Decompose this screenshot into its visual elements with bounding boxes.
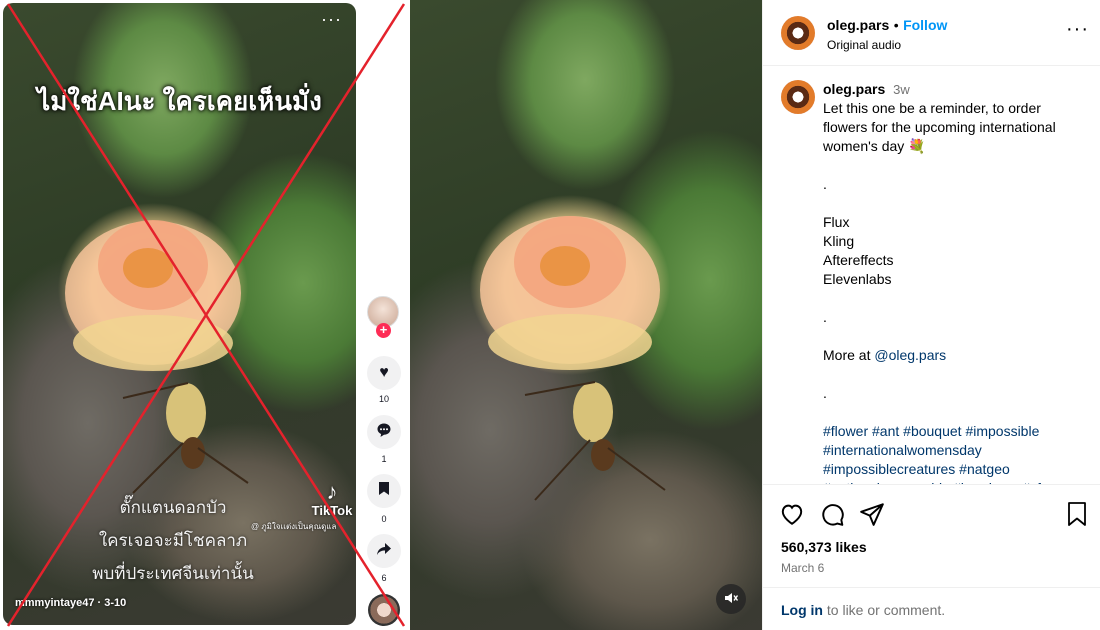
mantis-body [524, 381, 666, 501]
caption-line: พบที่ประเทศจีนเท่านั้น [92, 564, 254, 583]
caption-line: ตั๊กแตนดอกบัว [119, 498, 227, 517]
tool-item: Flux [823, 214, 850, 230]
caption-dot: . [823, 385, 827, 401]
bookmark-icon [378, 481, 390, 501]
video-headline: ไม่ใช่AIนะ ใครเคยเห็นมั่ง [37, 86, 322, 116]
hashtag-list[interactable]: #flower #ant #bouquet #impossible #inter… [823, 422, 1085, 484]
bookmark-button[interactable] [367, 474, 401, 508]
caption-dot: . [823, 309, 827, 325]
separator-dot: • [893, 17, 899, 33]
mantis-body [122, 382, 249, 494]
post-time: 3w [893, 82, 910, 97]
rose-bloom [65, 220, 241, 371]
comment-bubble-icon[interactable] [819, 501, 845, 532]
like-heart-icon[interactable] [779, 501, 805, 532]
speaker-muted-icon [724, 591, 739, 608]
like-count: 10 [378, 394, 389, 404]
share-count: 6 [381, 573, 387, 583]
tool-item: Elevenlabs [823, 271, 892, 287]
post-header: oleg.pars • Follow Original audio ··· [763, 0, 1100, 66]
caption-line: ใครเจอจะมีโชคลาภ [98, 531, 248, 550]
author-avatar[interactable] [781, 16, 815, 50]
caption-line1: Let this one be a reminder, to order flo… [823, 100, 1056, 154]
like-button[interactable]: ♥ [367, 356, 401, 390]
tiktok-logo-text: TikTok [311, 503, 353, 518]
caption-dot: . [823, 176, 827, 192]
author-username[interactable]: oleg.pars [827, 17, 889, 33]
tool-item: Kling [823, 233, 855, 249]
comment-count: 1 [381, 454, 387, 464]
tool-item: Aftereffects [823, 252, 894, 268]
share-paper-plane-icon[interactable] [859, 501, 885, 532]
login-prompt-text: to like or comment. [823, 602, 946, 618]
action-bar: 560,373 likes March 6 Log in to like or … [763, 484, 1100, 630]
caption-username[interactable]: oleg.pars [823, 81, 885, 97]
more-at-line: More at @oleg.pars [823, 346, 1085, 365]
audio-label[interactable]: Original audio [827, 38, 901, 52]
follow-button[interactable]: Follow [903, 17, 947, 33]
post-date: March 6 [781, 561, 825, 575]
caption-author-line: oleg.pars 3w [823, 80, 1085, 99]
comment-button[interactable] [367, 415, 401, 449]
login-prompt: Log in to like or comment. [763, 587, 1100, 630]
rose-bloom [480, 216, 660, 370]
video-caption: ตั๊กแตนดอกบัว ใครเจอจะมีโชคลาภ พบที่ประเ… [73, 491, 273, 590]
instagram-post-panel: oleg.pars • Follow Original audio ··· ol… [762, 0, 1100, 630]
mention-link[interactable]: @oleg.pars [874, 347, 946, 363]
video-menu-icon[interactable]: ··· [321, 9, 342, 30]
caption-avatar[interactable] [781, 80, 815, 114]
screenshot-root: ··· ไม่ใช่AIนะ ใครเคยเห็นมั่ง ตั๊กแตนดอก… [0, 0, 1100, 630]
more-at-prefix: More at [823, 347, 875, 363]
follow-plus-icon[interactable]: + [376, 323, 391, 338]
tiktok-video[interactable]: ··· ไม่ใช่AIนะ ใครเคยเห็นมั่ง ตั๊กแตนดอก… [3, 3, 356, 625]
share-arrow-icon [376, 542, 392, 561]
tiktok-note-icon: ♪ [326, 479, 338, 504]
tiktok-panel: ··· ไม่ใช่AIนะ ใครเคยเห็นมั่ง ตั๊กแตนดอก… [0, 0, 408, 630]
bookmark-count: 0 [381, 514, 387, 524]
caption-text: oleg.pars 3w Let this one be a reminder,… [823, 80, 1085, 484]
tiktok-logo: ♪ TikTok [308, 479, 356, 519]
save-bookmark-icon[interactable] [1065, 501, 1089, 532]
instagram-video[interactable] [410, 0, 762, 630]
comment-icon [376, 422, 392, 443]
login-link[interactable]: Log in [781, 602, 823, 618]
video-username[interactable]: mmmyintaye47 · 3-10 [15, 597, 126, 609]
action-icons [779, 501, 885, 532]
like-count[interactable]: 560,373 likes [781, 539, 867, 555]
mute-button[interactable] [716, 584, 746, 614]
caption-area: oleg.pars 3w Let this one be a reminder,… [763, 66, 1100, 484]
heart-icon: ♥ [379, 364, 389, 381]
author-line: oleg.pars • Follow [827, 17, 947, 35]
more-options-icon[interactable]: ··· [1066, 18, 1089, 41]
flower-illustration [480, 216, 666, 501]
watermark-handle: @ ภูมิใจเเต่งเป็นคุณดูแล [251, 522, 337, 531]
music-disc-icon[interactable] [368, 594, 400, 626]
share-button[interactable] [367, 534, 401, 568]
